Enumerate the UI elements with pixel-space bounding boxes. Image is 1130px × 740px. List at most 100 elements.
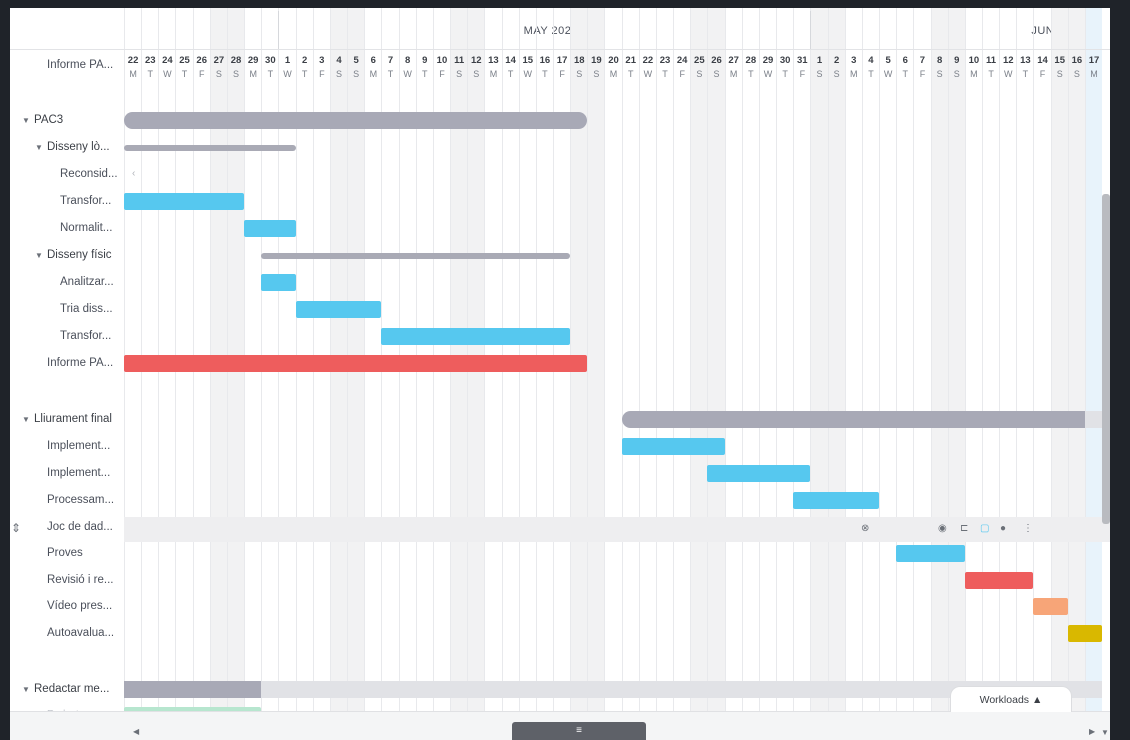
workloads-button[interactable]: Workloads ▲: [950, 686, 1072, 712]
day-column: 27 M: [724, 8, 742, 740]
collapse-caret-icon[interactable]: ▼: [22, 415, 30, 424]
group-row-label[interactable]: PAC3: [34, 114, 63, 126]
task-row-label[interactable]: Reconsid...: [60, 168, 118, 180]
collapse-caret-icon[interactable]: ▼: [35, 143, 43, 152]
task-row-label[interactable]: Processam...: [47, 494, 114, 506]
group-row-label[interactable]: Disseny lò...: [47, 141, 110, 153]
day-weekday: M: [1090, 69, 1098, 79]
gantt-bar[interactable]: [295, 301, 382, 318]
day-number: 20: [608, 55, 619, 66]
day-column: 28 T: [741, 8, 759, 740]
day-number: 26: [196, 55, 207, 66]
task-row-label[interactable]: Analitzar...: [60, 276, 114, 288]
day-weekday: F: [1039, 69, 1046, 79]
day-number: 21: [625, 55, 636, 66]
day-weekday: M: [970, 69, 978, 79]
day-number: 4: [336, 55, 342, 66]
gantt-bar[interactable]: [124, 145, 296, 151]
gantt-bar[interactable]: [124, 112, 588, 129]
gantt-bar[interactable]: [124, 355, 588, 372]
day-weekday: M: [129, 69, 137, 79]
link-icon[interactable]: ⊗: [861, 523, 869, 534]
gantt-bar[interactable]: [707, 465, 811, 482]
offscreen-bar-indicator-icon[interactable]: ‹: [132, 168, 135, 179]
scroll-right-icon[interactable]: ▶: [1089, 727, 1095, 736]
task-row-label[interactable]: Transfor...: [60, 195, 111, 207]
day-number: 6: [370, 55, 376, 66]
day-weekday: T: [868, 69, 874, 79]
day-number: 30: [265, 55, 276, 66]
task-row-label[interactable]: Proves: [47, 547, 83, 559]
caret-up-icon: ▲: [1031, 694, 1043, 706]
task-row-label[interactable]: Normalit...: [60, 222, 112, 234]
day-column: 6T: [896, 8, 913, 740]
day-number: 26: [711, 55, 722, 66]
task-row-label[interactable]: Implement...: [47, 440, 110, 452]
day-column: 2S: [827, 8, 845, 740]
gantt-bar[interactable]: [124, 193, 245, 210]
day-weekday: W: [643, 69, 653, 79]
gantt-bar[interactable]: [1067, 625, 1103, 642]
drag-handle-icon[interactable]: ⇕: [11, 521, 21, 535]
group-row-label[interactable]: Redactar me...: [34, 683, 109, 695]
gantt-bar[interactable]: [381, 328, 571, 345]
gantt-bar[interactable]: [124, 681, 262, 698]
day-column: 31 F: [793, 8, 810, 740]
timeline-grid[interactable]: MAY 2024 JUNE 2024 22M23T24W25T26F27S28S…: [124, 8, 1110, 740]
task-row-label[interactable]: Implement...: [47, 467, 110, 479]
day-weekday: W: [283, 69, 292, 79]
task-row-label[interactable]: Joc de dad...: [47, 521, 113, 533]
day-weekday: S: [353, 69, 360, 79]
collapse-caret-icon[interactable]: ▼: [22, 685, 30, 694]
day-weekday: S: [953, 69, 960, 79]
vertical-scrollbar[interactable]: [1102, 194, 1110, 524]
day-column: 12 W: [999, 8, 1016, 740]
day-number: 7: [919, 55, 926, 66]
gantt-bar[interactable]: [261, 274, 296, 291]
day-weekday: T: [267, 69, 274, 79]
comment-icon[interactable]: ⊏: [960, 523, 968, 534]
horizontal-scroll-thumb[interactable]: ≡: [512, 722, 646, 740]
day-number: 14: [1037, 55, 1048, 66]
more-icon[interactable]: ⋮: [1023, 523, 1033, 534]
group-row-label[interactable]: Lliurament final: [34, 413, 112, 425]
gantt-bar[interactable]: [1033, 598, 1068, 615]
group-row-label[interactable]: Disseny físic: [47, 249, 112, 261]
task-row-label[interactable]: Vídeo pres...: [47, 600, 112, 612]
gantt-bar[interactable]: [261, 253, 571, 259]
day-column: 5W: [879, 8, 896, 740]
scroll-left-icon[interactable]: ◀: [133, 727, 139, 736]
gantt-bar[interactable]: [964, 572, 1034, 589]
day-weekday: M: [729, 69, 738, 79]
day-column: 20 M: [604, 8, 621, 740]
person-icon[interactable]: ●: [1000, 523, 1006, 534]
gantt-bar[interactable]: [793, 492, 880, 509]
scroll-down-icon[interactable]: ▼: [1101, 728, 1109, 737]
day-weekday: S: [473, 69, 480, 79]
day-number: 24: [676, 55, 688, 66]
collapse-caret-icon[interactable]: ▼: [22, 116, 30, 125]
collapse-caret-icon[interactable]: ▼: [35, 251, 43, 260]
day-column: 15 S: [1050, 8, 1068, 740]
gantt-bar[interactable]: [244, 220, 296, 237]
checkbox-icon[interactable]: ▢: [980, 523, 989, 534]
day-number: 12: [1002, 55, 1014, 66]
day-number: 6: [902, 55, 908, 66]
task-row-label[interactable]: Revisió i re...: [47, 574, 113, 586]
day-number: 18: [573, 55, 585, 66]
task-row-label[interactable]: Informe PA...: [47, 357, 113, 369]
gantt-bar[interactable]: [896, 545, 965, 562]
task-row-label[interactable]: Tria diss...: [60, 303, 113, 315]
day-number: 22: [127, 55, 139, 66]
header-divider: [10, 49, 1110, 50]
day-weekday: W: [403, 69, 412, 79]
gantt-bar[interactable]: [621, 411, 1103, 428]
task-row-label[interactable]: Autoavalua...: [47, 627, 114, 639]
day-weekday: M: [249, 69, 257, 79]
eye-icon[interactable]: ◉: [938, 523, 947, 534]
day-weekday: M: [609, 69, 618, 79]
day-column: 25 S: [690, 8, 708, 740]
gantt-bar[interactable]: [621, 438, 725, 455]
task-row-label[interactable]: Transfor...: [60, 330, 111, 342]
day-weekday: T: [147, 69, 153, 79]
